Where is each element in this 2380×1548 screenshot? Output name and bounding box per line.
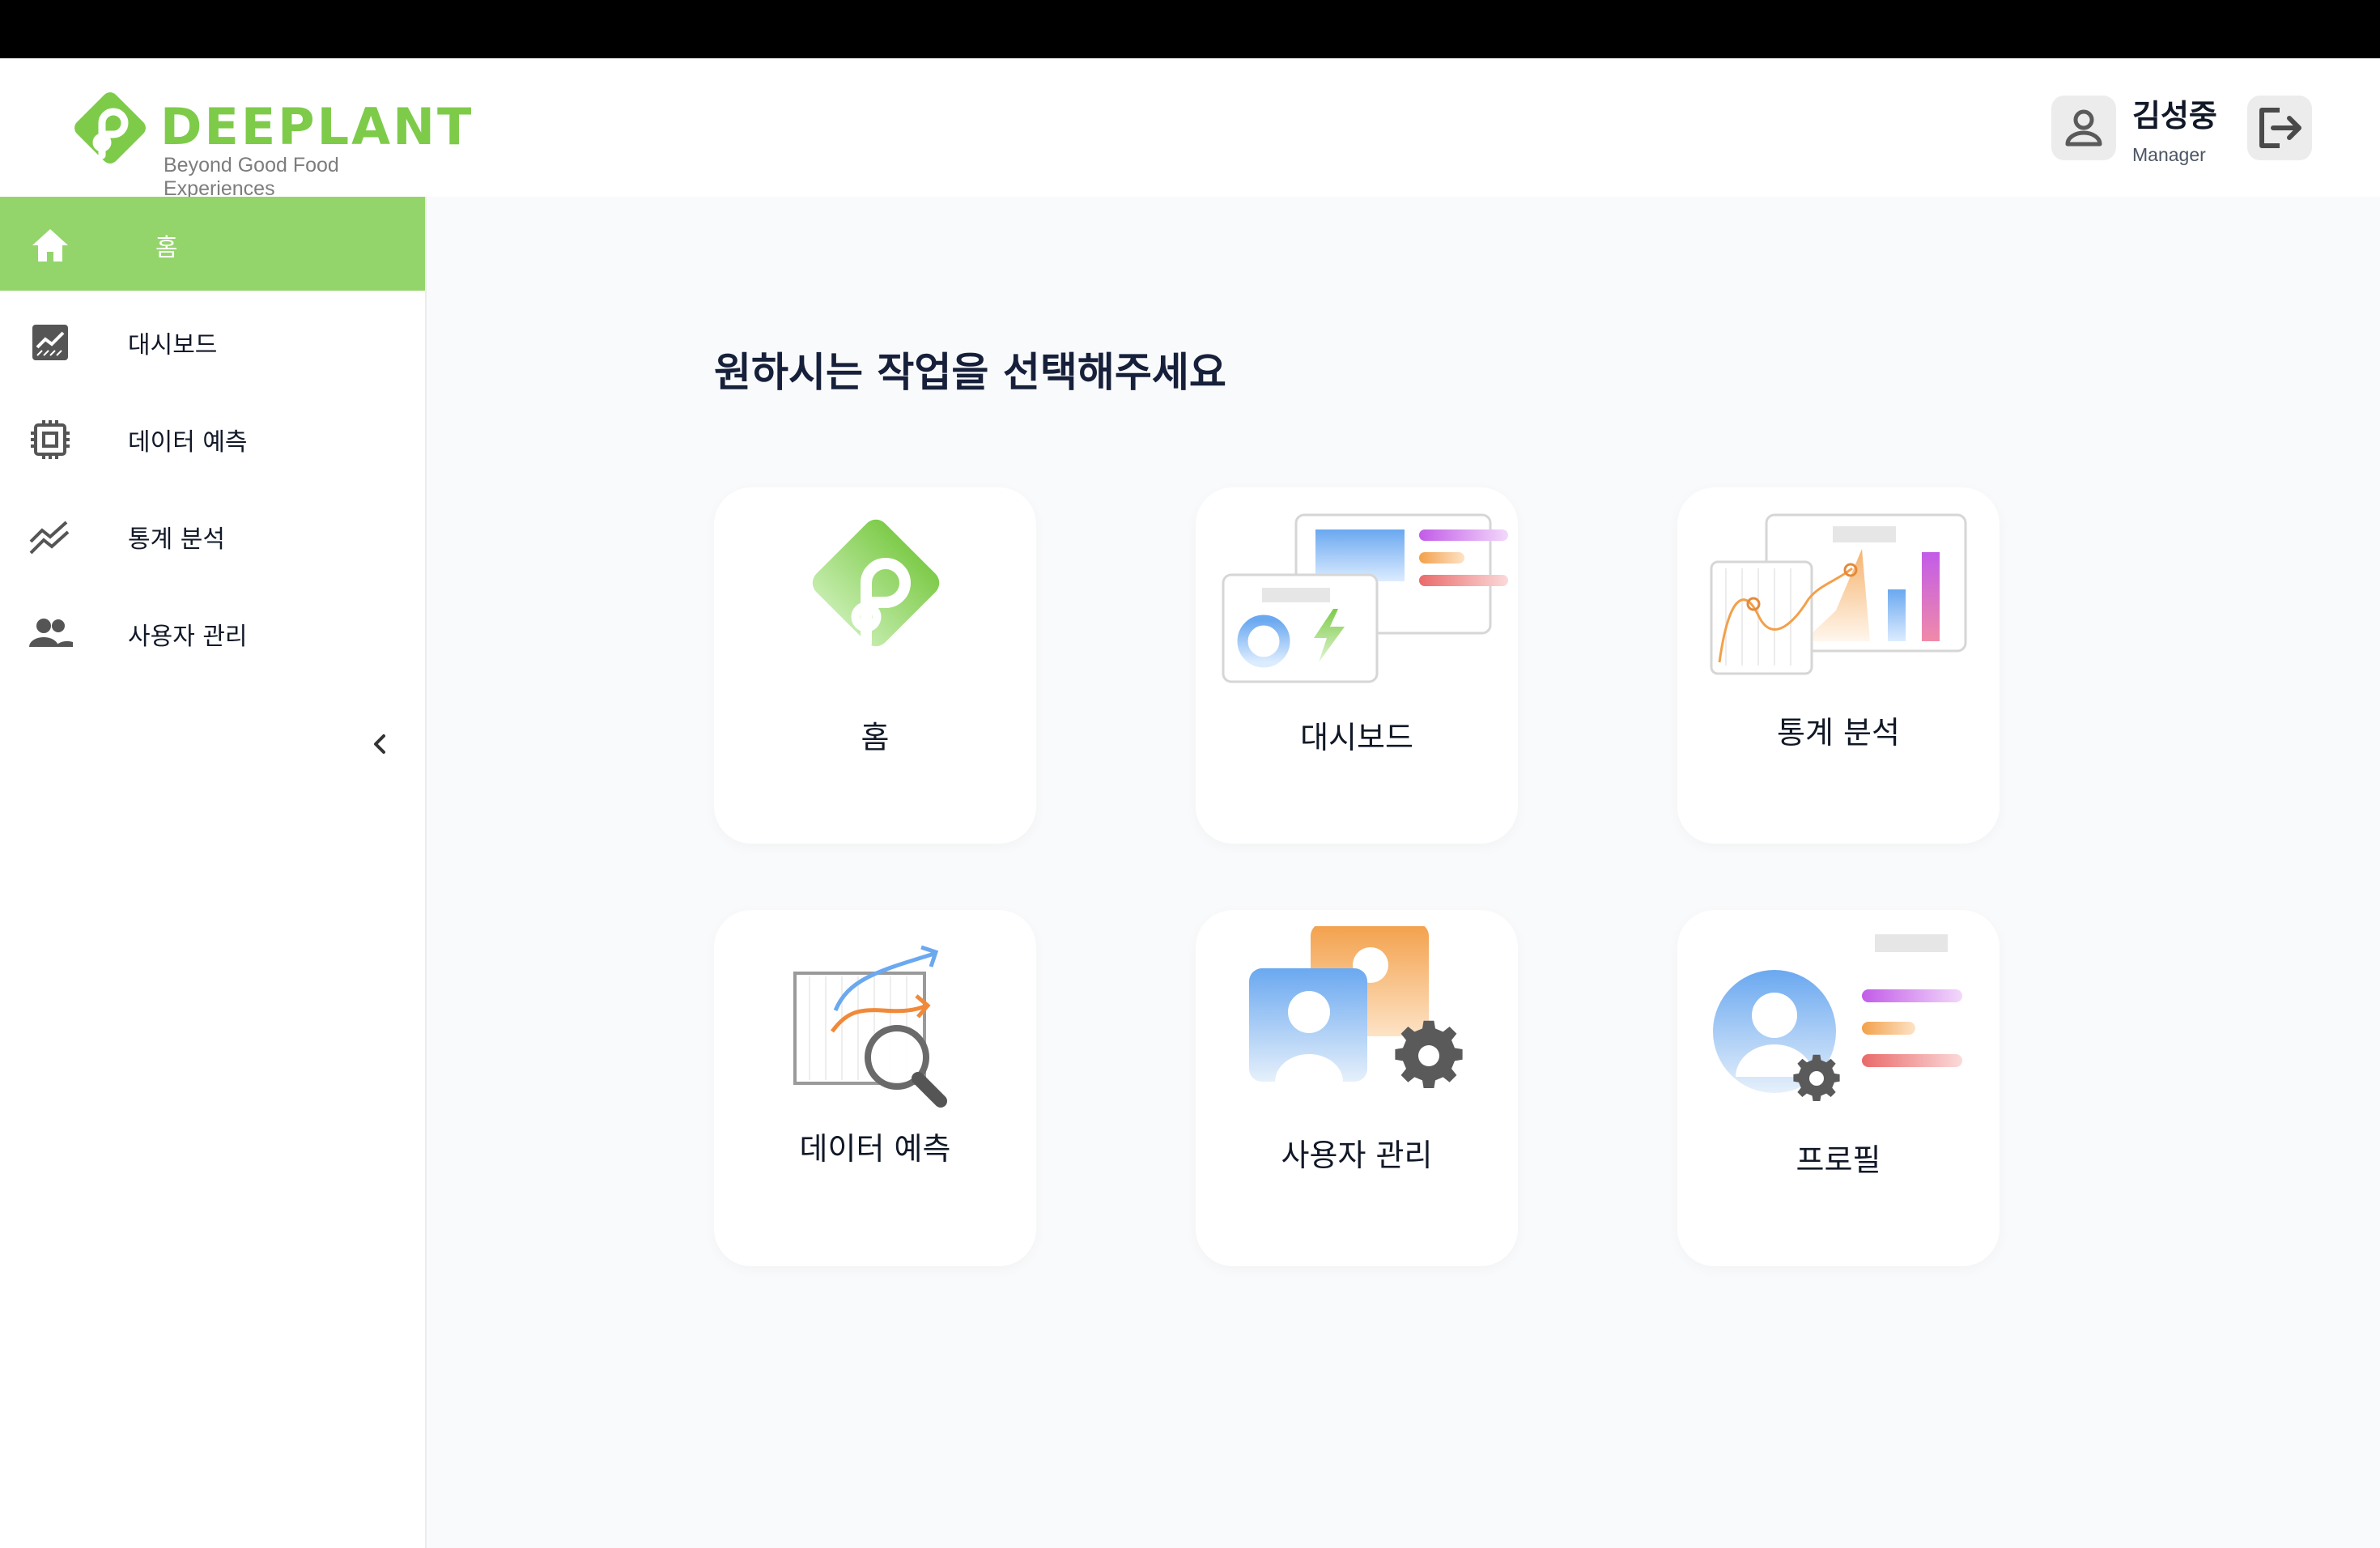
- users-gear-icon: [1249, 926, 1463, 1088]
- dashboard-chart-icon: [32, 325, 68, 360]
- sidebar-item-statistics[interactable]: 통계 분석: [0, 488, 425, 582]
- user-role: Manager: [2132, 144, 2206, 165]
- card-label: 사용자 관리: [1281, 1138, 1433, 1173]
- header: DEEPLANT Beyond Good Food Experiences 김성…: [0, 58, 2380, 200]
- dashboard-illustration-icon: [1222, 513, 1508, 683]
- sidebar: 홈 대시보드 데이터 예측 통계 분석 사용자 관리: [0, 197, 427, 1548]
- sidebar-item-data-prediction[interactable]: 데이터 예측: [0, 391, 425, 485]
- sidebar-item-user-management[interactable]: 사용자 관리: [0, 585, 425, 679]
- profile-gear-icon: [1713, 934, 1962, 1101]
- card-label: 프로필: [1796, 1142, 1881, 1178]
- prediction-magnifier-icon: [793, 945, 947, 1108]
- deeplant-logo-icon: [812, 519, 940, 649]
- card-user-management[interactable]: 사용자 관리: [1196, 910, 1518, 1266]
- sidebar-item-label: 홈: [155, 234, 178, 262]
- card-data-prediction[interactable]: 데이터 예측: [714, 910, 1036, 1266]
- home-icon: [32, 229, 68, 262]
- logo-wordmark: DEEPLANT: [160, 97, 474, 156]
- logout-button[interactable]: [2247, 96, 2312, 160]
- card-label: 데이터 예측: [799, 1131, 951, 1167]
- card-statistics[interactable]: 통계 분석: [1677, 487, 2000, 844]
- card-label: 홈: [861, 720, 890, 755]
- sidebar-item-home[interactable]: 홈: [0, 197, 425, 291]
- sidebar-item-label: 사용자 관리: [128, 623, 248, 651]
- user-name: 김성중: [2132, 98, 2217, 134]
- chip-icon: [31, 420, 70, 459]
- card-label: 대시보드: [1300, 720, 1413, 755]
- people-icon: [29, 619, 73, 647]
- collapse-sidebar-button[interactable]: [359, 723, 402, 765]
- user-avatar[interactable]: [2051, 96, 2116, 160]
- logo-mark-icon: [74, 92, 146, 164]
- deeplant-logo[interactable]: DEEPLANT Beyond Good Food Experiences: [65, 86, 471, 200]
- card-home[interactable]: 홈: [714, 487, 1036, 844]
- sidebar-item-label: 데이터 예측: [128, 428, 248, 457]
- card-dashboard[interactable]: 대시보드: [1196, 487, 1518, 844]
- page-title: 원하시는 작업을 선택해주세요: [714, 349, 1226, 396]
- user-icon: [2065, 109, 2102, 147]
- chevron-left-icon: [374, 734, 385, 754]
- trend-lines-icon: [29, 521, 70, 555]
- card-profile[interactable]: 프로필: [1677, 910, 2000, 1266]
- top-black-bar: [0, 0, 2380, 58]
- sidebar-item-label: 대시보드: [128, 331, 218, 359]
- sidebar-item-label: 통계 분석: [128, 525, 225, 554]
- card-label: 통계 분석: [1777, 715, 1900, 751]
- logo-tagline: Beyond Good Food Experiences: [164, 154, 339, 200]
- sidebar-item-dashboard[interactable]: 대시보드: [0, 294, 425, 388]
- statistics-illustration-icon: [1710, 513, 1967, 675]
- logout-icon: [2259, 108, 2301, 148]
